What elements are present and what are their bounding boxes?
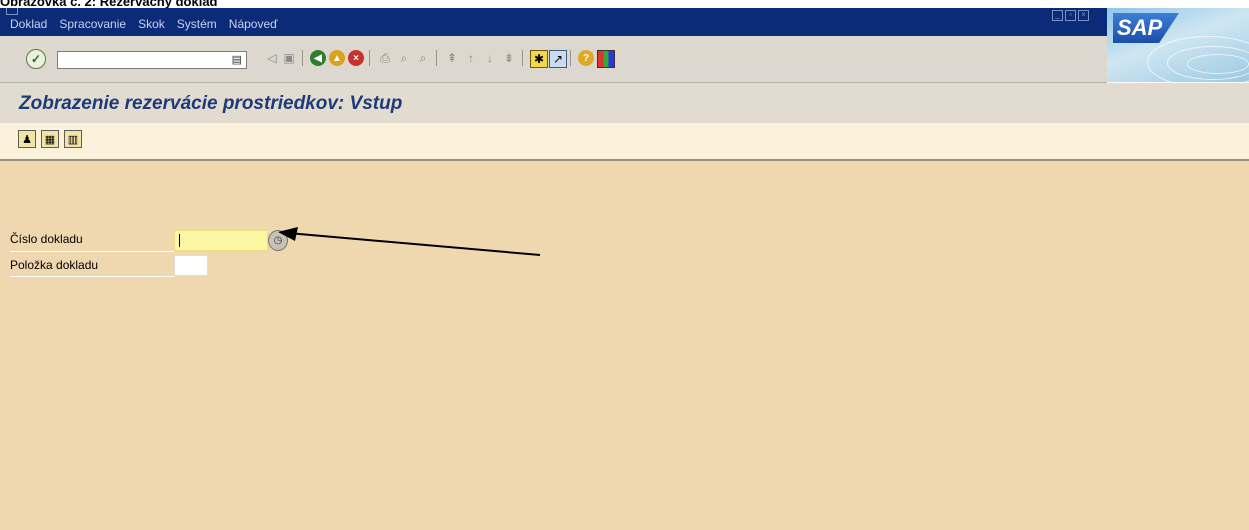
new-session-icon[interactable]: ✱ bbox=[530, 50, 548, 68]
first-page-icon[interactable]: ⇞ bbox=[444, 50, 460, 66]
minimize-icon[interactable]: _ bbox=[1052, 10, 1063, 21]
menu-item-system[interactable]: Systém bbox=[177, 17, 217, 31]
exit-icon[interactable]: ▲ bbox=[329, 50, 345, 66]
back-icon[interactable]: ◁ bbox=[264, 50, 280, 66]
menu-bar: Doklad Spracovanie Skok Systém Nápoveď _… bbox=[0, 8, 1249, 36]
help-icon[interactable]: ? bbox=[578, 50, 594, 66]
standard-toolbar: ✓ ▤ ◁ ▣ ◀ ▲ × ⎙ ⌕ ⌕ ⇞ ↑ ↓ ⇟ ✱ ↗ ? bbox=[0, 36, 1107, 83]
prev-page-icon[interactable]: ↑ bbox=[463, 50, 479, 66]
find-next-icon[interactable]: ⌕ bbox=[415, 50, 431, 66]
title-area: Zobrazenie rezervácie prostriedkov: Vstu… bbox=[0, 83, 1249, 123]
last-page-icon[interactable]: ⇟ bbox=[501, 50, 517, 66]
layout-icon[interactable] bbox=[597, 50, 615, 68]
person-icon[interactable]: ♟ bbox=[18, 130, 36, 148]
menu-item-skok[interactable]: Skok bbox=[138, 17, 165, 31]
menu-item-napoved[interactable]: Nápoveď bbox=[229, 17, 278, 31]
sap-logo-text: SAP bbox=[1113, 13, 1179, 43]
save-icon[interactable]: ▣ bbox=[281, 50, 297, 66]
cancel-icon[interactable]: × bbox=[348, 50, 364, 66]
toolbar-separator bbox=[436, 50, 437, 66]
maximize-icon[interactable]: ▫ bbox=[1065, 10, 1076, 21]
toolbar-separator bbox=[522, 50, 523, 66]
toolbar-separator bbox=[369, 50, 370, 66]
sap-logo: SAP bbox=[1107, 8, 1249, 82]
command-field[interactable]: ▤ bbox=[57, 51, 247, 70]
find-icon[interactable]: ⌕ bbox=[396, 50, 412, 66]
command-history-icon[interactable]: ▤ bbox=[232, 53, 242, 66]
toolbar-separator bbox=[570, 50, 571, 66]
window-controls: _ ▫ × bbox=[1052, 10, 1089, 21]
system-menu-icon[interactable] bbox=[6, 8, 18, 15]
enter-check-icon[interactable]: ✓ bbox=[26, 49, 46, 69]
menu-items: Doklad Spracovanie Skok Systém Nápoveď bbox=[10, 17, 278, 31]
application-toolbar: ♟ ▦ ▥ bbox=[0, 123, 1249, 161]
menu-item-spracovanie[interactable]: Spracovanie bbox=[59, 17, 126, 31]
figure-caption: Obrazovka č. 2: Rezervačný doklad bbox=[0, 0, 218, 9]
command-input[interactable] bbox=[58, 54, 222, 70]
close-icon[interactable]: × bbox=[1078, 10, 1089, 21]
back-green-icon[interactable]: ◀ bbox=[310, 50, 326, 66]
toolbar-separator bbox=[302, 50, 303, 66]
annotation-arrow bbox=[278, 227, 541, 256]
document-icon[interactable]: ▦ bbox=[41, 130, 59, 148]
main-content: Číslo dokladu ◷ Položka dokladu bbox=[0, 161, 1249, 530]
page-title: Zobrazenie rezervácie prostriedkov: Vstu… bbox=[19, 93, 403, 114]
menu-item-doklad[interactable]: Doklad bbox=[10, 17, 47, 31]
table-icon[interactable]: ▥ bbox=[64, 130, 82, 148]
print-icon[interactable]: ⎙ bbox=[377, 50, 393, 66]
next-page-icon[interactable]: ↓ bbox=[482, 50, 498, 66]
shortcut-icon[interactable]: ↗ bbox=[549, 50, 567, 68]
